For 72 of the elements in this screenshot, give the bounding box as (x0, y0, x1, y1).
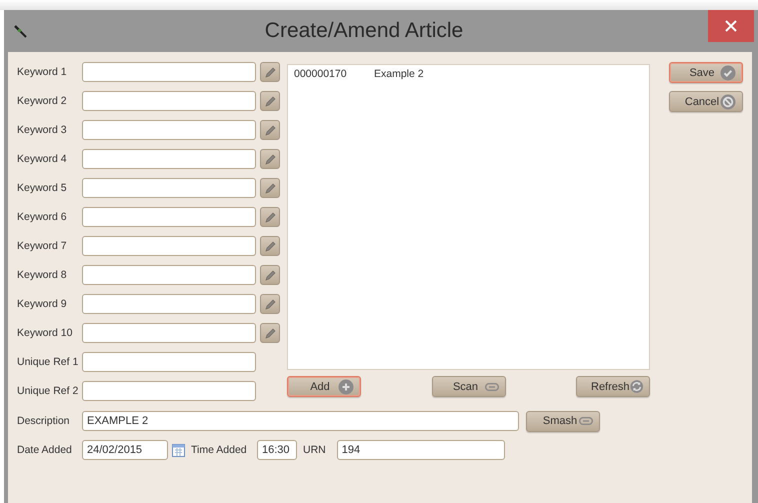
edit-button[interactable] (260, 91, 280, 111)
field-label: Keyword 1 (17, 66, 68, 78)
pencil-icon (264, 94, 276, 108)
keyword-field[interactable] (82, 236, 256, 256)
field-label: Keyword 8 (17, 269, 68, 281)
tool-icon (14, 24, 28, 38)
link-icon (484, 382, 498, 390)
refresh-icon (630, 378, 643, 395)
cancel-icon (720, 94, 736, 110)
field-label: Keyword 4 (17, 153, 68, 165)
urn-field[interactable]: 194 (336, 440, 505, 460)
field-label: Keyword 6 (17, 211, 68, 223)
dialog-button[interactable]: Save (669, 62, 743, 83)
pencil-icon (264, 268, 276, 282)
keyword-field[interactable] (82, 120, 256, 140)
smash-button[interactable]: Smash (526, 410, 600, 432)
pencil-icon (264, 298, 276, 310)
edit-button[interactable] (260, 207, 280, 227)
field-label: URN (303, 444, 326, 456)
plus-icon (338, 378, 354, 394)
list-cell: Example 2 (374, 68, 424, 80)
field-label: Keyword 5 (17, 182, 68, 194)
keyword-field[interactable] (82, 62, 256, 82)
window-title: Create/Amend Article (264, 19, 464, 43)
edit-button[interactable] (260, 236, 280, 256)
pencil-icon (264, 240, 276, 252)
edit-button[interactable] (260, 62, 280, 82)
field-label: Time Added (191, 444, 248, 456)
close-button[interactable] (708, 10, 754, 42)
pencil-icon (264, 124, 276, 136)
edit-button[interactable] (260, 149, 280, 169)
field-label: Date Added (17, 444, 73, 456)
field-label: Keyword 7 (17, 240, 68, 252)
edit-button[interactable] (260, 120, 280, 140)
field-label: Keyword 2 (17, 95, 68, 107)
field-label: Unique Ref 2 (17, 385, 80, 397)
edit-button[interactable] (260, 178, 280, 198)
pencil-icon (264, 66, 276, 78)
keyword-field[interactable] (82, 149, 256, 169)
description-field[interactable]: EXAMPLE 2 (82, 411, 519, 431)
field-label: Keyword 10 (17, 327, 74, 339)
keyword-field[interactable] (82, 178, 256, 198)
pencil-icon (264, 210, 276, 224)
pencil-icon (264, 326, 276, 340)
time-field[interactable]: 16:30 (257, 440, 297, 460)
edit-button[interactable] (260, 323, 280, 343)
field-label: Keyword 3 (17, 124, 68, 136)
keyword-field[interactable] (82, 294, 256, 314)
dialog-button[interactable]: Cancel (669, 91, 743, 112)
article-list[interactable]: 000000170 Example 2 (287, 64, 650, 370)
edit-button[interactable] (260, 265, 280, 285)
list-action-button[interactable]: Refresh (576, 376, 650, 397)
field-label: Unique Ref 1 (17, 356, 80, 368)
keyword-field[interactable] (82, 207, 256, 227)
check-icon (720, 64, 736, 80)
pencil-icon (264, 152, 276, 166)
keyword-field[interactable] (82, 323, 256, 343)
keyword-field[interactable] (82, 91, 256, 111)
field-label: Keyword 9 (17, 298, 68, 310)
field-label: Description (17, 415, 71, 427)
unique-ref-field[interactable] (82, 381, 256, 401)
close-icon (725, 20, 737, 32)
unique-ref-field[interactable] (82, 352, 256, 372)
edit-button[interactable] (260, 294, 280, 314)
pencil-icon (264, 182, 276, 194)
list-action-button[interactable]: Scan (432, 376, 506, 397)
link-icon (579, 417, 593, 425)
date-field[interactable]: 24/02/2015 (82, 440, 168, 460)
keyword-field[interactable] (82, 265, 256, 285)
calendar-icon[interactable] (172, 443, 185, 457)
list-cell-text: 000000170 (294, 68, 348, 80)
list-action-button[interactable]: Add (287, 376, 361, 397)
